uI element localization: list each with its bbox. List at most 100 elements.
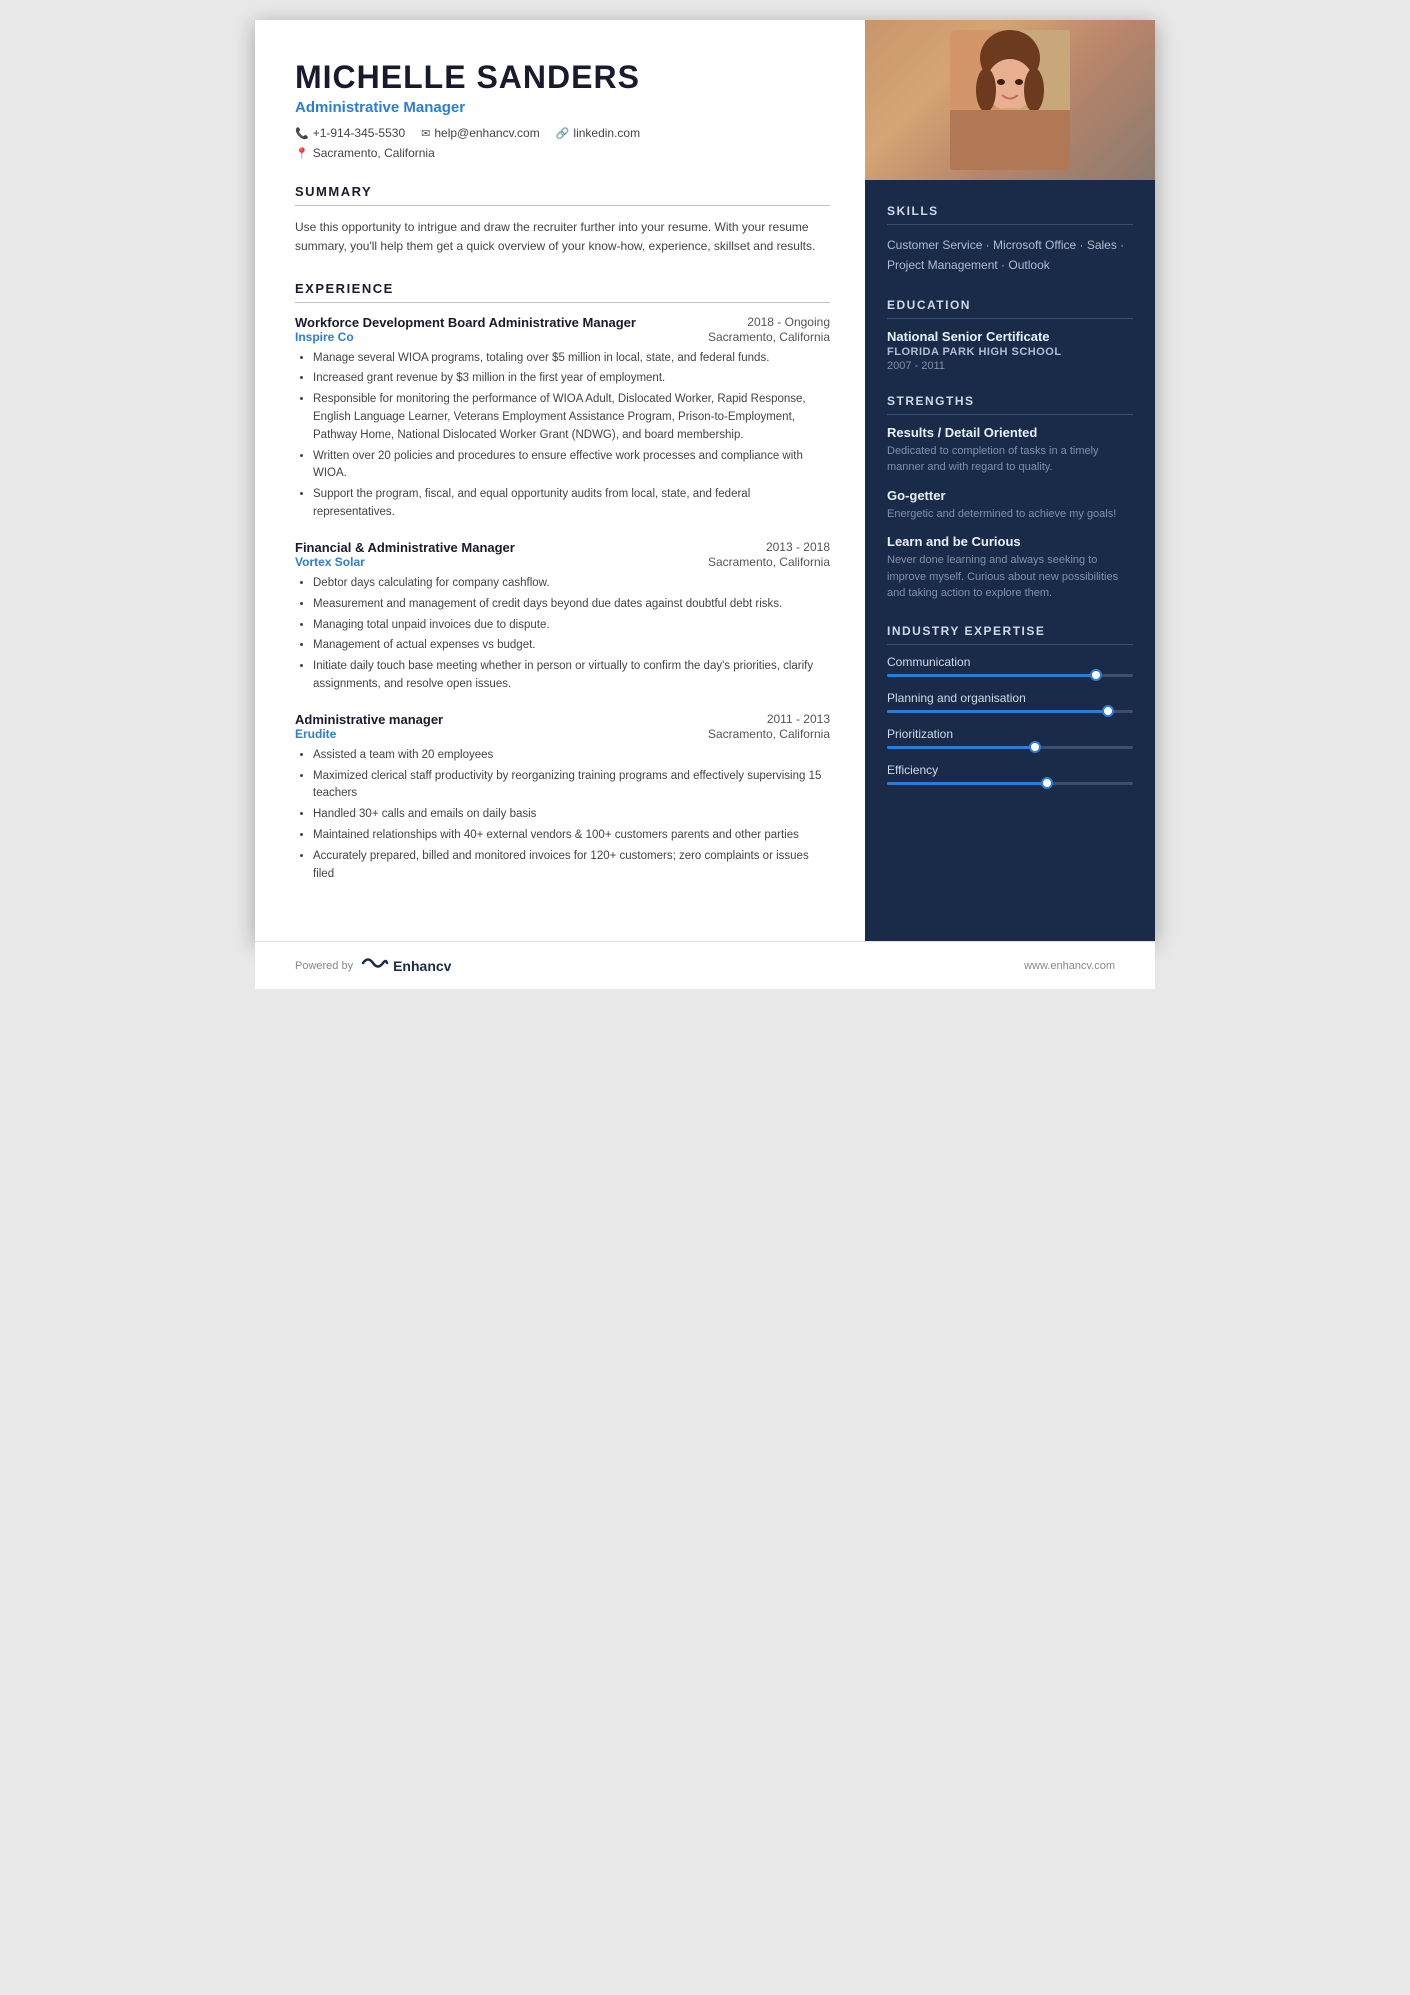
- strength-title-1: Results / Detail Oriented: [887, 425, 1133, 440]
- slider-fill-2: [887, 710, 1108, 713]
- right-content: SKILLS Customer Service · Microsoft Offi…: [865, 180, 1155, 941]
- slider-thumb-1[interactable]: [1090, 669, 1102, 681]
- contact-info: 📞 +1-914-345-5530 ✉ help@enhancv.com 🔗 l…: [295, 126, 830, 140]
- footer-left: Powered by Enhancv: [295, 954, 451, 977]
- logo-icon: [361, 954, 389, 977]
- left-column: MICHELLE SANDERS Administrative Manager …: [255, 20, 865, 941]
- bullet: Handled 30+ calls and emails on daily ba…: [313, 806, 830, 824]
- slider-thumb-4[interactable]: [1041, 777, 1053, 789]
- exp-role-1: Workforce Development Board Administrati…: [295, 315, 636, 330]
- strengths-section: STRENGTHS Results / Detail Oriented Dedi…: [887, 394, 1133, 602]
- phone-number: +1-914-345-5530: [313, 126, 405, 140]
- edu-years: 2007 - 2011: [887, 360, 1133, 372]
- education-section: EDUCATION National Senior Certificate FL…: [887, 298, 1133, 372]
- edu-degree: National Senior Certificate: [887, 329, 1133, 344]
- summary-text: Use this opportunity to intrigue and dra…: [295, 218, 830, 256]
- exp-company-1: Inspire Co: [295, 330, 354, 344]
- exp-company-3: Erudite: [295, 727, 336, 741]
- experience-section: EXPERIENCE Workforce Development Board A…: [295, 281, 830, 884]
- exp-dates-3: 2011 - 2013: [767, 712, 830, 726]
- bullet: Written over 20 policies and procedures …: [313, 448, 830, 484]
- slider-fill-3: [887, 746, 1035, 749]
- industry-title: INDUSTRY EXPERTISE: [887, 624, 1133, 645]
- brand-name: Enhancv: [393, 958, 451, 974]
- candidate-name: MICHELLE SANDERS: [295, 60, 830, 95]
- photo-area: [865, 20, 1155, 180]
- exp-item-2: Financial & Administrative Manager 2013 …: [295, 540, 830, 694]
- exp-bullets-1: Manage several WIOA programs, totaling o…: [295, 350, 830, 522]
- exp-role-3: Administrative manager: [295, 712, 443, 727]
- strength-item-1: Results / Detail Oriented Dedicated to c…: [887, 425, 1133, 476]
- exp-company-row-2: Vortex Solar Sacramento, California: [295, 555, 830, 569]
- enhancv-logo: Enhancv: [361, 954, 451, 977]
- bullet: Managing total unpaid invoices due to di…: [313, 617, 830, 635]
- strength-title-3: Learn and be Curious: [887, 534, 1133, 549]
- resume-header: MICHELLE SANDERS Administrative Manager …: [295, 60, 830, 160]
- exp-dates-2: 2013 - 2018: [766, 540, 830, 554]
- exp-bullets-2: Debtor days calculating for company cash…: [295, 575, 830, 694]
- exp-location-3: Sacramento, California: [708, 727, 830, 741]
- industry-item-3: Prioritization: [887, 727, 1133, 749]
- experience-title: EXPERIENCE: [295, 281, 830, 303]
- industry-item-4: Efficiency: [887, 763, 1133, 785]
- exp-dates-1: 2018 - Ongoing: [747, 315, 830, 329]
- exp-header-3: Administrative manager 2011 - 2013: [295, 712, 830, 727]
- exp-location-1: Sacramento, California: [708, 330, 830, 344]
- slider-track-2: [887, 710, 1133, 713]
- phone-item: 📞 +1-914-345-5530: [295, 126, 405, 140]
- powered-by-text: Powered by: [295, 960, 353, 972]
- strength-desc-1: Dedicated to completion of tasks in a ti…: [887, 443, 1133, 476]
- bullet: Increased grant revenue by $3 million in…: [313, 370, 830, 388]
- skills-section: SKILLS Customer Service · Microsoft Offi…: [887, 204, 1133, 276]
- email-icon: ✉: [421, 127, 430, 140]
- exp-item-1: Workforce Development Board Administrati…: [295, 315, 830, 522]
- slider-track-4: [887, 782, 1133, 785]
- phone-icon: 📞: [295, 127, 309, 140]
- education-title: EDUCATION: [887, 298, 1133, 319]
- strength-desc-3: Never done learning and always seeking t…: [887, 552, 1133, 602]
- exp-company-row-1: Inspire Co Sacramento, California: [295, 330, 830, 344]
- exp-header-2: Financial & Administrative Manager 2013 …: [295, 540, 830, 555]
- website-url: linkedin.com: [573, 126, 640, 140]
- footer-website: www.enhancv.com: [1024, 960, 1115, 972]
- bullet: Measurement and management of credit day…: [313, 596, 830, 614]
- slider-track-3: [887, 746, 1133, 749]
- location-icon: 📍: [295, 147, 309, 160]
- exp-header-1: Workforce Development Board Administrati…: [295, 315, 830, 330]
- strength-item-2: Go-getter Energetic and determined to ac…: [887, 488, 1133, 523]
- bullet: Maintained relationships with 40+ extern…: [313, 827, 830, 845]
- slider-fill-1: [887, 674, 1096, 677]
- industry-section: INDUSTRY EXPERTISE Communication Plannin…: [887, 624, 1133, 785]
- exp-bullets-3: Assisted a team with 20 employees Maximi…: [295, 747, 830, 884]
- website-item: 🔗 linkedin.com: [556, 126, 640, 140]
- bullet: Management of actual expenses vs budget.: [313, 637, 830, 655]
- bullet: Assisted a team with 20 employees: [313, 747, 830, 765]
- industry-item-1: Communication: [887, 655, 1133, 677]
- industry-label-1: Communication: [887, 655, 1133, 669]
- exp-role-2: Financial & Administrative Manager: [295, 540, 515, 555]
- location-item: 📍 Sacramento, California: [295, 146, 830, 160]
- bullet: Responsible for monitoring the performan…: [313, 391, 830, 444]
- strength-title-2: Go-getter: [887, 488, 1133, 503]
- edu-school: FLORIDA PARK HIGH SCHOOL: [887, 346, 1133, 358]
- strength-item-3: Learn and be Curious Never done learning…: [887, 534, 1133, 602]
- slider-thumb-3[interactable]: [1029, 741, 1041, 753]
- strength-desc-2: Energetic and determined to achieve my g…: [887, 506, 1133, 523]
- candidate-title: Administrative Manager: [295, 99, 830, 116]
- skills-title: SKILLS: [887, 204, 1133, 225]
- resume-footer: Powered by Enhancv www.enhancv.com: [255, 941, 1155, 989]
- industry-label-4: Efficiency: [887, 763, 1133, 777]
- summary-title: SUMMARY: [295, 184, 830, 206]
- bullet: Maximized clerical staff productivity by…: [313, 768, 830, 804]
- exp-company-row-3: Erudite Sacramento, California: [295, 727, 830, 741]
- exp-item-3: Administrative manager 2011 - 2013 Erudi…: [295, 712, 830, 884]
- slider-thumb-2[interactable]: [1102, 705, 1114, 717]
- bullet: Accurately prepared, billed and monitore…: [313, 848, 830, 884]
- location-text: Sacramento, California: [313, 146, 435, 160]
- skills-text: Customer Service · Microsoft Office · Sa…: [887, 235, 1133, 276]
- right-column: SKILLS Customer Service · Microsoft Offi…: [865, 20, 1155, 941]
- bullet: Support the program, fiscal, and equal o…: [313, 486, 830, 522]
- link-icon: 🔗: [556, 127, 570, 140]
- email-item: ✉ help@enhancv.com: [421, 126, 540, 140]
- bullet: Initiate daily touch base meeting whethe…: [313, 658, 830, 694]
